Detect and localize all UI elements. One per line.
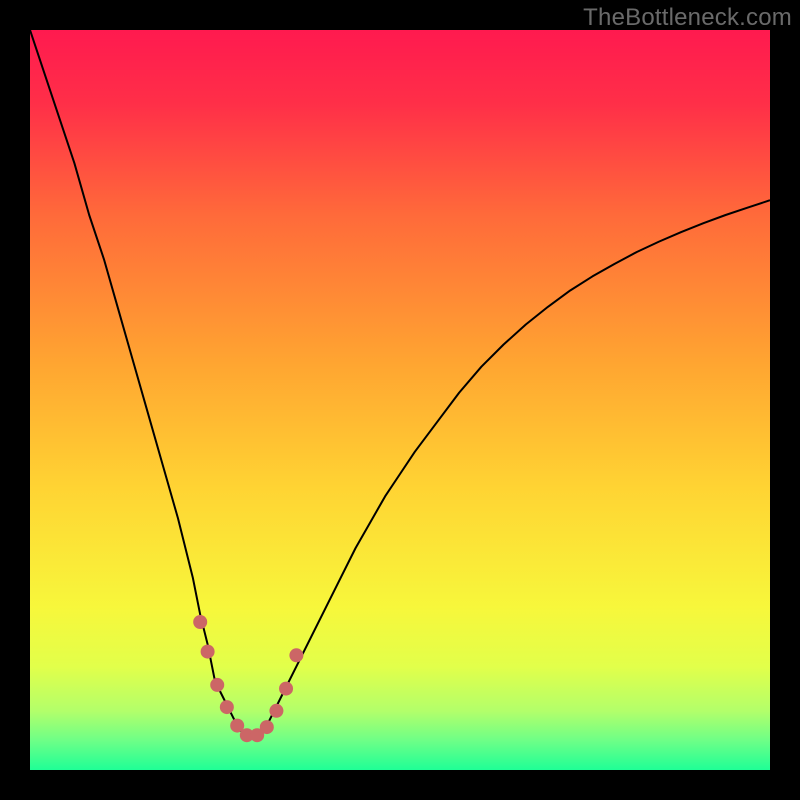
chart-frame: TheBottleneck.com (0, 0, 800, 800)
gradient-background (30, 30, 770, 770)
watermark-text: TheBottleneck.com (583, 4, 792, 32)
marker-dot (279, 682, 293, 696)
marker-dot (220, 700, 234, 714)
marker-dot (260, 720, 274, 734)
marker-dot (289, 648, 303, 662)
marker-dot (210, 678, 224, 692)
marker-dot (193, 615, 207, 629)
plot-area (30, 30, 770, 770)
chart-svg (30, 30, 770, 770)
marker-dot (269, 704, 283, 718)
marker-dot (201, 645, 215, 659)
